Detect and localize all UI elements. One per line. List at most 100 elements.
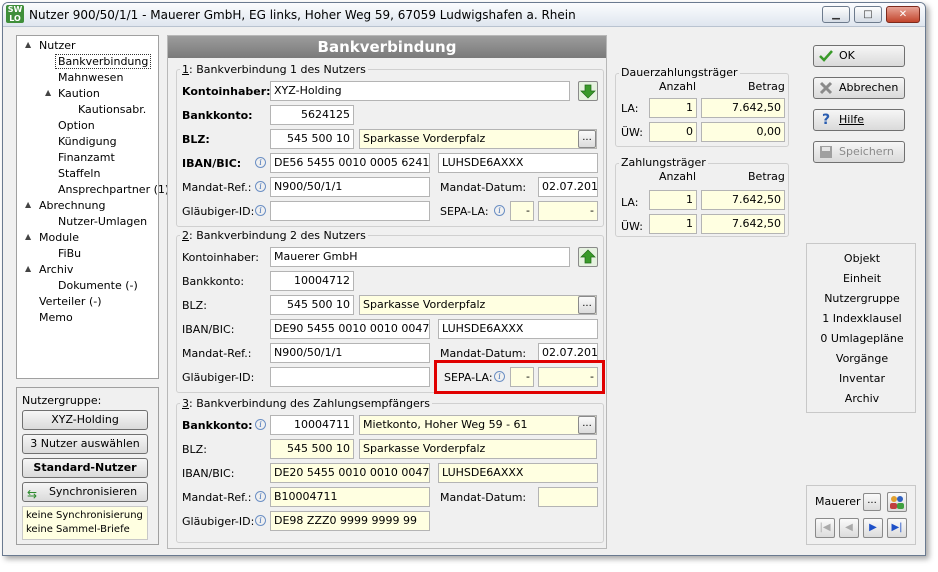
help-label: Hilfe bbox=[839, 113, 865, 126]
bic2-field[interactable]: LUHSDE6AXXX bbox=[438, 319, 598, 339]
kontoinhaber1-field[interactable]: XYZ-Holding bbox=[270, 81, 570, 101]
tree-item-bankverbindung[interactable]: Bankverbindung bbox=[55, 54, 152, 69]
group-button[interactable]: XYZ-Holding bbox=[22, 410, 148, 430]
prev-record-button[interactable]: ◀ bbox=[839, 518, 859, 538]
iban3-label: IBAN/BIC: bbox=[182, 467, 235, 480]
ok-button[interactable]: OK bbox=[813, 45, 905, 67]
expander-icon[interactable]: ▲ bbox=[25, 232, 31, 241]
bankkonto1-label: Bankkonto: bbox=[182, 109, 253, 122]
link-objekt[interactable]: Objekt bbox=[807, 252, 917, 265]
minimize-button[interactable]: ▁ bbox=[822, 6, 850, 23]
info-icon[interactable]: i bbox=[255, 419, 266, 430]
tree-item-verteiler[interactable]: Verteiler (-) bbox=[39, 295, 102, 308]
iban2-field[interactable]: DE90 5455 0010 0010 0047 12 bbox=[270, 319, 430, 339]
info-icon[interactable]: i bbox=[494, 205, 505, 216]
bankkonto3-field[interactable]: 10004711 bbox=[270, 415, 354, 435]
first-record-button[interactable]: |◀ bbox=[815, 518, 835, 538]
record-browse-button[interactable]: ... bbox=[863, 493, 881, 511]
tree-item-dokumente[interactable]: Dokumente (-) bbox=[58, 279, 138, 292]
browse-bank2-button[interactable]: ... bbox=[578, 296, 596, 314]
tree-item-mahnwesen[interactable]: Mahnwesen bbox=[58, 71, 123, 84]
standard-user-button[interactable]: Standard-Nutzer bbox=[22, 458, 148, 478]
tree-item-finanzamt[interactable]: Finanzamt bbox=[58, 151, 115, 164]
cancel-button[interactable]: Abbrechen bbox=[813, 77, 905, 99]
info-icon[interactable]: i bbox=[255, 157, 266, 168]
blz3-field: 545 500 10 bbox=[270, 439, 354, 459]
sync-button[interactable]: ⇆ Synchronisieren bbox=[22, 482, 148, 502]
window-title: Nutzer 900/50/1/1 - Mauerer GmbH, EG lin… bbox=[29, 8, 576, 22]
browse-konto3-button[interactable]: ... bbox=[578, 416, 596, 434]
iban3-field: DE20 5455 0010 0010 0047 11 bbox=[270, 463, 430, 483]
glaeubiger1-field[interactable] bbox=[270, 201, 430, 221]
dauer-uw-betrag: 0,00 bbox=[701, 122, 785, 142]
expander-icon[interactable]: ▲ bbox=[25, 264, 31, 273]
mandat-datum1-field[interactable]: 02.07.2013 bbox=[538, 177, 598, 197]
link-inventar[interactable]: Inventar bbox=[807, 372, 917, 385]
down-arrow-icon[interactable] bbox=[578, 81, 598, 101]
users-icon bbox=[890, 496, 904, 509]
info-icon[interactable]: i bbox=[255, 515, 266, 526]
mandat-ref2-field[interactable]: N900/50/1/1 bbox=[270, 343, 430, 363]
mandat-datum2-label: Mandat-Datum: bbox=[440, 347, 527, 360]
sync-icon: ⇆ bbox=[27, 487, 38, 501]
dauer-title: Dauerzahlungsträger bbox=[619, 66, 740, 79]
sync-button-label: Synchronisieren bbox=[48, 485, 138, 498]
help-button[interactable]: ? Hilfe bbox=[813, 109, 905, 131]
tree-item-memo[interactable]: Memo bbox=[39, 311, 73, 324]
link-archiv[interactable]: Archiv bbox=[807, 392, 917, 405]
glaeubiger3-field: DE98 ZZZ0 9999 9999 99 bbox=[270, 511, 430, 531]
tree-item-kaution[interactable]: Kaution bbox=[58, 87, 100, 100]
bankkonto2-field[interactable]: 10004712 bbox=[270, 271, 354, 291]
zahl-col-anzahl: Anzahl bbox=[659, 170, 697, 183]
link-umlageplaene[interactable]: 0 Umlagepläne bbox=[807, 332, 917, 345]
tree-item-fibu[interactable]: FiBu bbox=[58, 247, 81, 260]
maximize-button[interactable]: □ bbox=[854, 6, 882, 23]
bankkonto1-field[interactable]: 5624125 bbox=[270, 105, 354, 125]
glaeubiger1-label: Gläubiger-ID: bbox=[182, 205, 255, 218]
tree-item-archiv[interactable]: Archiv bbox=[39, 263, 73, 276]
save-button[interactable]: Speichern bbox=[813, 141, 905, 163]
sync-note-line2: keine Sammel-Briefe bbox=[26, 524, 130, 535]
bic3-field: LUHSDE6AXXX bbox=[438, 463, 598, 483]
expander-icon[interactable]: ▲ bbox=[25, 40, 31, 49]
link-einheit[interactable]: Einheit bbox=[807, 272, 917, 285]
tree-item-nutzer-umlagen[interactable]: Nutzer-Umlagen bbox=[58, 215, 147, 228]
expander-icon[interactable]: ▲ bbox=[45, 88, 51, 97]
up-arrow-icon[interactable] bbox=[578, 247, 598, 267]
iban1-label: IBAN/BIC: bbox=[182, 157, 242, 170]
info-icon[interactable]: i bbox=[255, 205, 266, 216]
tree-item-ansprechpartner[interactable]: Ansprechpartner (1) bbox=[58, 183, 169, 196]
blz1-field[interactable]: 545 500 10 bbox=[270, 129, 354, 149]
link-nutzergruppe[interactable]: Nutzergruppe bbox=[807, 292, 917, 305]
iban1-field[interactable]: DE56 5455 0010 0005 6241 25 bbox=[270, 153, 430, 173]
info-icon[interactable]: i bbox=[255, 181, 266, 192]
select-users-button[interactable]: 3 Nutzer auswählen bbox=[22, 434, 148, 454]
link-indexklausel[interactable]: 1 Indexklausel bbox=[807, 312, 917, 325]
bic1-field[interactable]: LUHSDE6AXXX bbox=[438, 153, 598, 173]
tree-item-option[interactable]: Option bbox=[58, 119, 95, 132]
tree-item-abrechnung[interactable]: Abrechnung bbox=[39, 199, 105, 212]
glaeubiger2-field[interactable] bbox=[270, 367, 430, 387]
tree-item-nutzer[interactable]: Nutzer bbox=[39, 39, 76, 52]
bankverbindung-panel: Bankverbindung 1: Bankverbindung 1 des N… bbox=[167, 35, 607, 549]
tree-item-staffeln[interactable]: Staffeln bbox=[58, 167, 100, 180]
tree-item-module[interactable]: Module bbox=[39, 231, 79, 244]
blz2-field[interactable]: 545 500 10 bbox=[270, 295, 354, 315]
browse-bank1-button[interactable]: ... bbox=[578, 130, 596, 148]
mandat-ref1-field[interactable]: N900/50/1/1 bbox=[270, 177, 430, 197]
tree-item-kautionsabr[interactable]: Kautionsabr. bbox=[78, 103, 146, 116]
dauer-col-anzahl: Anzahl bbox=[659, 80, 697, 93]
zahl-uw-betrag: 7.642,50 bbox=[701, 214, 785, 234]
blz1-label: BLZ: bbox=[182, 133, 210, 146]
user-group-icon[interactable] bbox=[887, 492, 907, 512]
zahl-la-anzahl: 1 bbox=[649, 190, 697, 210]
expander-icon[interactable]: ▲ bbox=[25, 200, 31, 209]
info-icon[interactable]: i bbox=[255, 491, 266, 502]
tree-item-kuendigung[interactable]: Kündigung bbox=[58, 135, 117, 148]
link-vorgaenge[interactable]: Vorgänge bbox=[807, 352, 917, 365]
close-button[interactable]: ✕ bbox=[886, 6, 920, 23]
kontoinhaber2-field[interactable]: Mauerer GmbH bbox=[270, 247, 570, 267]
next-record-button[interactable]: ▶ bbox=[863, 518, 883, 538]
zahl-uw-anzahl: 1 bbox=[649, 214, 697, 234]
last-record-button[interactable]: ▶| bbox=[887, 518, 907, 538]
